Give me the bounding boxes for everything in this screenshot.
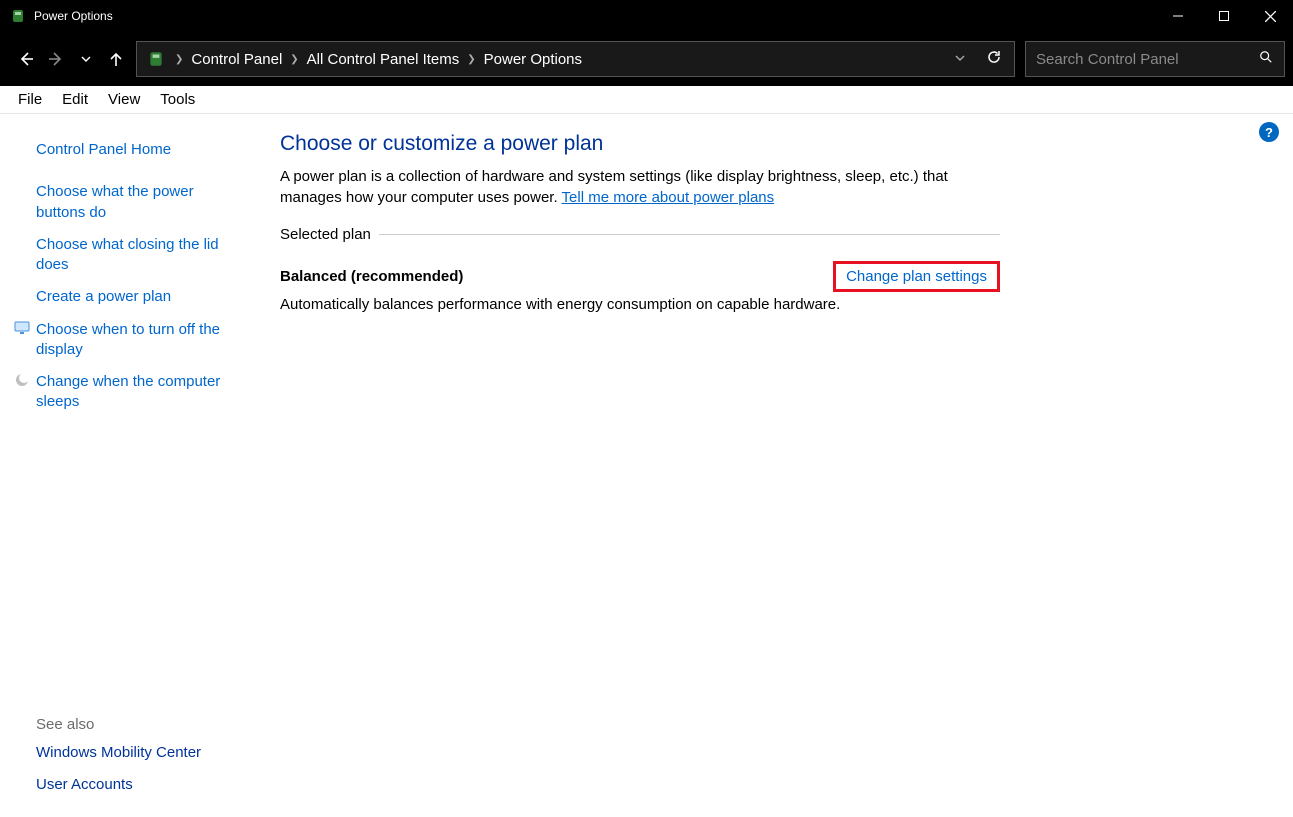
nav-bar: ❯ Control Panel ❯ All Control Panel Item… xyxy=(0,32,1293,86)
menu-tools[interactable]: Tools xyxy=(150,89,205,110)
breadcrumb-segment[interactable]: Control Panel xyxy=(185,51,288,68)
search-input[interactable] xyxy=(1026,51,1248,68)
minimize-button[interactable] xyxy=(1155,0,1201,32)
power-options-icon xyxy=(10,8,26,24)
refresh-button[interactable] xyxy=(974,49,1014,69)
breadcrumb-segment[interactable]: Power Options xyxy=(478,51,588,68)
see-also-user-accounts[interactable]: User Accounts xyxy=(36,769,240,801)
plan-description: Automatically balances performance with … xyxy=(280,296,1000,313)
content-area: Control Panel Home Choose what the power… xyxy=(0,114,1293,817)
menu-view[interactable]: View xyxy=(98,89,150,110)
menu-bar: File Edit View Tools xyxy=(0,86,1293,114)
sidebar: Control Panel Home Choose what the power… xyxy=(0,114,258,817)
see-also-header: See also xyxy=(36,706,240,737)
back-button[interactable] xyxy=(16,49,36,69)
breadcrumb-segment[interactable]: All Control Panel Items xyxy=(301,51,466,68)
selected-plan-group: Selected plan Balanced (recommended) Cha… xyxy=(280,226,1000,313)
search-box xyxy=(1025,41,1285,77)
forward-button[interactable] xyxy=(46,49,66,69)
selected-plan-legend: Selected plan xyxy=(280,226,379,243)
maximize-button[interactable] xyxy=(1201,0,1247,32)
page-heading: Choose or customize a power plan xyxy=(280,132,1275,156)
menu-file[interactable]: File xyxy=(8,89,52,110)
control-panel-home-link[interactable]: Control Panel Home xyxy=(36,134,240,166)
chevron-right-icon[interactable]: ❯ xyxy=(465,54,477,65)
monitor-icon xyxy=(14,320,30,336)
plan-name: Balanced (recommended) xyxy=(280,268,463,285)
close-button[interactable] xyxy=(1247,0,1293,32)
help-button[interactable]: ? xyxy=(1259,122,1279,142)
sidebar-link-power-buttons[interactable]: Choose what the power buttons do xyxy=(36,176,240,229)
window-controls xyxy=(1155,0,1293,32)
menu-edit[interactable]: Edit xyxy=(52,89,98,110)
sidebar-link-create-plan[interactable]: Create a power plan xyxy=(36,281,240,313)
sidebar-link-computer-sleeps[interactable]: Change when the computer sleeps xyxy=(36,366,240,419)
learn-more-link[interactable]: Tell me more about power plans xyxy=(562,189,775,206)
address-bar[interactable]: ❯ Control Panel ❯ All Control Panel Item… xyxy=(136,41,1015,77)
page-description: A power plan is a collection of hardware… xyxy=(280,166,1000,208)
sidebar-link-closing-lid[interactable]: Choose what closing the lid does xyxy=(36,229,240,282)
history-dropdown-button[interactable] xyxy=(76,49,96,69)
search-icon[interactable] xyxy=(1248,50,1284,69)
address-dropdown-button[interactable] xyxy=(946,53,974,66)
chevron-right-icon[interactable]: ❯ xyxy=(288,54,300,65)
up-button[interactable] xyxy=(106,49,126,69)
window-title: Power Options xyxy=(34,9,113,23)
title-bar: Power Options xyxy=(0,0,1293,32)
sidebar-link-turn-off-display[interactable]: Choose when to turn off the display xyxy=(36,314,240,367)
power-options-icon xyxy=(147,50,165,68)
chevron-right-icon[interactable]: ❯ xyxy=(173,54,185,65)
moon-icon xyxy=(14,372,30,388)
see-also-mobility-center[interactable]: Windows Mobility Center xyxy=(36,737,240,769)
main-panel: ? Choose or customize a power plan A pow… xyxy=(258,114,1293,817)
see-also-section: See also Windows Mobility Center User Ac… xyxy=(36,706,240,802)
change-plan-settings-link[interactable]: Change plan settings xyxy=(833,261,1000,292)
